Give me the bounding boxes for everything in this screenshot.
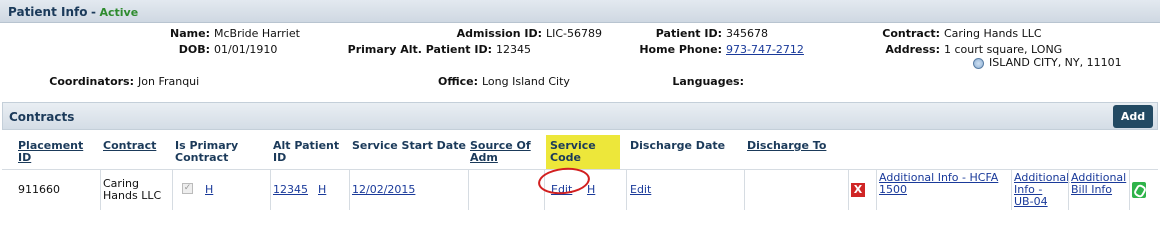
name-label: Name: xyxy=(170,27,210,40)
languages-label: Languages: xyxy=(672,75,744,88)
add-contract-button[interactable]: Add xyxy=(1113,105,1153,128)
header-contract-label[interactable]: Contract xyxy=(103,139,156,152)
name-value: McBride Harriet xyxy=(214,27,300,40)
info-row-3: Coordinators: Jon Franqui Office: Long I… xyxy=(0,75,1160,91)
column-divider xyxy=(1068,170,1069,210)
title-separator: - xyxy=(91,5,96,19)
additional-info-hcfa-link[interactable]: Additional Info - HCFA 1500 xyxy=(879,172,998,196)
additional-bill-info-link[interactable]: Additional Bill Info xyxy=(1071,172,1126,196)
row-contract: Caring Hands LLC xyxy=(103,178,161,202)
contracts-title: Contracts xyxy=(9,110,75,124)
row-placement-id: 911660 xyxy=(18,183,60,196)
admission-id-label: Admission ID: xyxy=(456,27,542,40)
column-divider xyxy=(626,170,627,210)
office-value: Long Island City xyxy=(482,75,570,88)
coordinators-label: Coordinators: xyxy=(49,75,134,88)
alt-patient-id-label: Primary Alt. Patient ID: xyxy=(347,43,492,56)
patient-status: Active xyxy=(99,6,139,19)
patient-id-label: Patient ID: xyxy=(655,27,722,40)
paperclip-icon[interactable] xyxy=(1132,182,1146,198)
header-discharge-to-label[interactable]: Discharge To xyxy=(747,139,826,152)
admission-id-value: LIC-56789 xyxy=(546,27,603,40)
dob-label: DOB: xyxy=(178,43,210,56)
patient-info-details: Name: McBride Harriet Admission ID: LIC-… xyxy=(0,23,1160,95)
header-source-of-adm[interactable]: Source Of Adm xyxy=(470,135,544,169)
delete-x-icon[interactable]: X xyxy=(851,183,865,197)
row-alt-patient-id-link[interactable]: 12345 xyxy=(273,184,308,196)
row-service-start-link[interactable]: 12/02/2015 xyxy=(352,184,415,196)
header-service-start: Service Start Date xyxy=(352,135,468,169)
header-discharge-to[interactable]: Discharge To xyxy=(747,135,847,169)
home-phone-label: Home Phone: xyxy=(639,43,722,56)
address-label: Address: xyxy=(885,43,940,56)
column-divider xyxy=(270,170,271,210)
home-phone-link[interactable]: 973-747-2712 xyxy=(726,43,804,56)
contract-label: Contract: xyxy=(882,27,940,40)
column-divider xyxy=(349,170,350,210)
header-service-code-line2: Code xyxy=(550,151,581,164)
header-placement-id-line2[interactable]: ID xyxy=(18,151,31,164)
address-line-2: ISLAND CITY, NY, 11101 xyxy=(989,56,1122,69)
column-divider xyxy=(468,170,469,210)
row-primary-h-link[interactable]: H xyxy=(205,184,213,196)
header-alt-patient-id: Alt Patient ID xyxy=(273,135,351,169)
globe-icon[interactable] xyxy=(973,58,984,69)
additional-info-hcfa-line2[interactable]: 1500 xyxy=(879,183,907,196)
column-divider xyxy=(876,170,877,210)
patient-info-title: Patient Info xyxy=(8,5,88,19)
discharge-date-edit-link[interactable]: Edit xyxy=(630,184,651,196)
dob-value: 01/01/1910 xyxy=(214,43,278,56)
row-contract-line2: Hands LLC xyxy=(103,189,162,202)
contracts-header: Contracts Add xyxy=(2,102,1158,130)
header-contract[interactable]: Contract xyxy=(103,135,171,169)
contract-value: Caring Hands LLC xyxy=(944,27,1042,40)
header-discharge-date-label: Discharge Date xyxy=(630,139,726,152)
additional-info-ub04-link[interactable]: Additional Info - UB-04 xyxy=(1014,172,1069,208)
primary-checkbox-icon: ✓ xyxy=(182,183,193,194)
header-service-code: Service Code xyxy=(546,135,620,169)
info-row-1: Name: McBride Harriet Admission ID: LIC-… xyxy=(0,27,1160,43)
column-divider xyxy=(1129,170,1130,210)
address-line-1: 1 court square, LONG xyxy=(944,43,1063,56)
additional-info-ub04-line3[interactable]: UB-04 xyxy=(1014,195,1048,208)
header-discharge-date: Discharge Date xyxy=(630,135,740,169)
column-divider xyxy=(1011,170,1012,210)
coordinators-value: Jon Franqui xyxy=(138,75,200,88)
patient-info-header: Patient Info - Active xyxy=(0,0,1160,23)
patient-id-value: 345678 xyxy=(726,27,768,40)
header-is-primary-line2: Contract xyxy=(175,151,229,164)
office-label: Office: xyxy=(438,75,478,88)
row-alt-patient-h-link[interactable]: H xyxy=(318,184,326,196)
additional-bill-info-line2[interactable]: Bill Info xyxy=(1071,183,1112,196)
header-placement-id[interactable]: Placement ID xyxy=(18,135,100,169)
alt-patient-id-value: 12345 xyxy=(496,43,531,56)
column-divider xyxy=(744,170,745,210)
header-source-line2[interactable]: Adm xyxy=(470,151,498,164)
column-divider xyxy=(100,170,101,210)
header-service-start-label: Service Start Date xyxy=(352,139,466,152)
header-alt-patient-line2: ID xyxy=(273,151,287,164)
column-divider xyxy=(848,170,849,210)
service-code-h-link[interactable]: H xyxy=(587,184,595,196)
column-divider xyxy=(172,170,173,210)
contracts-table: Placement ID Contract Is Primary Contrac… xyxy=(2,135,1158,213)
info-row-2b: ISLAND CITY, NY, 11101 xyxy=(0,56,1160,72)
header-is-primary: Is Primary Contract xyxy=(175,135,267,169)
